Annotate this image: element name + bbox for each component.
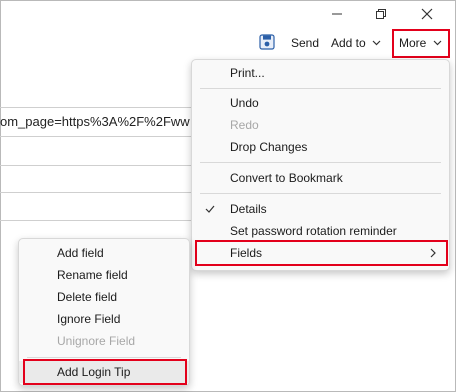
menu-item-drop-changes[interactable]: Drop Changes [192,136,449,158]
restore-button[interactable] [366,4,396,24]
menu-item-rename-field[interactable]: Rename field [19,264,189,286]
menu-item-label: Delete field [57,290,118,304]
menu-item-unignore-field: Unignore Field [19,330,189,352]
add-to-button[interactable]: Add to [331,34,381,52]
restore-icon [376,9,386,19]
field-divider [0,165,192,166]
save-button[interactable] [258,33,278,53]
fields-highlight [195,240,448,266]
menu-separator [200,193,441,194]
menu-separator [200,88,441,89]
menu-item-set-password-rotation[interactable]: Set password rotation reminder [192,220,449,242]
menu-item-details[interactable]: Details [192,198,449,220]
url-field-value[interactable]: om_page=https%3A%2F%2Fww [0,114,190,129]
menu-item-label: Rename field [57,268,128,282]
send-button[interactable]: Send [291,34,319,52]
chevron-down-icon [372,40,381,46]
menu-item-convert-to-bookmark[interactable]: Convert to Bookmark [192,167,449,189]
menu-separator [200,162,441,163]
menu-item-print[interactable]: Print... [192,62,449,84]
more-highlight [392,29,450,58]
menu-item-label: Set password rotation reminder [230,224,397,238]
menu-item-label: Redo [230,118,259,132]
save-icon [259,34,275,50]
menu-item-label: Convert to Bookmark [230,171,343,185]
menu-item-label: Unignore Field [57,334,136,348]
field-divider [0,220,192,221]
menu-item-label: Undo [230,96,259,110]
field-divider [0,136,192,137]
menu-item-ignore-field[interactable]: Ignore Field [19,308,189,330]
menu-item-redo: Redo [192,114,449,136]
add-login-tip-highlight [23,359,187,385]
menu-item-label: Print... [230,66,265,80]
field-divider [0,107,192,108]
add-to-label: Add to [331,36,366,50]
menu-item-add-field[interactable]: Add field [19,242,189,264]
menu-separator [27,357,181,358]
menu-item-label: Ignore Field [57,312,121,326]
minimize-button[interactable] [322,4,352,24]
menu-item-label: Add field [57,246,104,260]
menu-item-delete-field[interactable]: Delete field [19,286,189,308]
menu-item-undo[interactable]: Undo [192,92,449,114]
close-icon [421,8,433,20]
menu-item-label: Drop Changes [230,140,308,154]
minimize-icon [332,13,342,15]
checkmark-icon [205,205,215,213]
menu-item-label: Details [230,202,267,216]
close-window-button[interactable] [412,4,442,24]
field-divider [0,192,192,193]
